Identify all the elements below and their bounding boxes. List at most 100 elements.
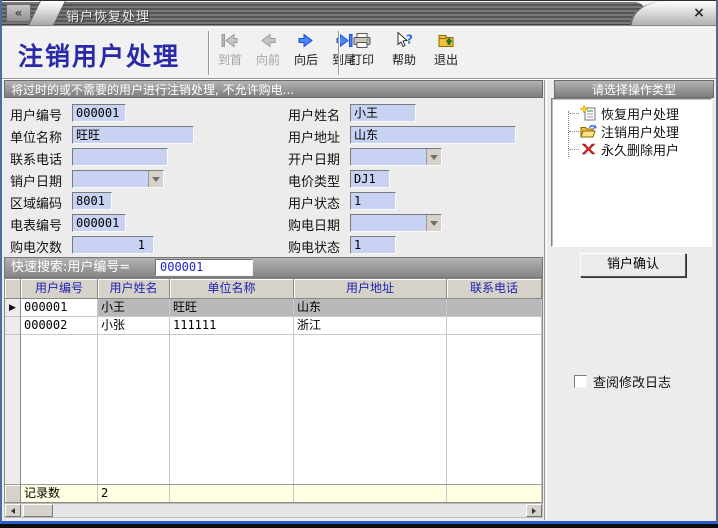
application-window: « 销户恢复处理 × 注销用户处理 到首 向前 向后 [0,0,718,528]
user-status-field[interactable]: 1 [350,192,396,210]
cell-phone[interactable] [447,299,542,317]
toolbar-separator [338,31,340,75]
delete-user-icon [580,141,597,157]
table-header-row: 用户编号 用户姓名 单位名称 用户地址 联系电话 [5,279,542,299]
phone-field[interactable] [72,148,168,166]
help-label: 帮助 [392,51,416,68]
column-header-user-address[interactable]: 用户地址 [294,279,447,299]
go-next-icon [295,31,317,50]
arrow-right-icon [532,508,536,514]
open-date-dropdown-button[interactable] [426,149,441,165]
field-label-purchase-count: 购电次数 [10,237,62,256]
scroll-right-button[interactable] [526,504,542,517]
column-header-phone[interactable]: 联系电话 [447,279,542,299]
cell-user-address[interactable]: 山东 [294,299,447,317]
field-label-user-status: 用户状态 [288,193,340,212]
user-table: 用户编号 用户姓名 单位名称 用户地址 联系电话 ▶ 000001 小王 旺旺 … [4,278,543,503]
purchase-date-field[interactable]: 2013-06-02 [350,214,442,232]
row-selector [5,317,21,335]
close-date-dropdown-button[interactable] [148,171,163,187]
field-label-user-address: 用户地址 [288,127,340,146]
window-title: 销户恢复处理 [66,6,150,25]
go-first-icon [219,31,241,50]
title-bar[interactable]: « 销户恢复处理 × [2,0,716,26]
purchase-count-field[interactable]: 1 [72,236,154,254]
panel-divider [544,80,547,520]
scrollbar-thumb[interactable] [23,504,53,517]
column-header-unit-name[interactable]: 单位名称 [170,279,294,299]
go-next-button[interactable]: 向后 [287,31,325,76]
tree-item-delete-user[interactable]: 永久删除用户 [580,140,679,158]
table-row[interactable]: ▶ 000001 小王 旺旺 山东 [5,299,542,317]
info-bar: 将过时的或不需要的用户进行注销处理, 不允许购电... [4,80,543,98]
help-button[interactable]: ? 帮助 [384,31,424,76]
horizontal-scrollbar[interactable] [4,503,543,518]
table-empty-area [5,335,542,484]
column-header-user-name[interactable]: 用户姓名 [98,279,170,299]
print-label: 打印 [350,51,374,68]
tree-item-label: 永久删除用户 [601,140,679,159]
quick-search-bar: 快速搜索:用户编号= 000001 [4,257,543,278]
cell-user-name[interactable]: 小王 [98,299,170,317]
record-count-value: 2 [98,485,170,502]
view-log-checkbox-row[interactable]: 查阅修改日志 [574,372,671,391]
exit-button[interactable]: 退出 [426,31,466,76]
open-date-field[interactable]: 2013-06-02 [350,148,442,166]
cell-user-address[interactable]: 浙江 [294,317,447,335]
tree-item-label: 恢复用户处理 [601,104,679,123]
user-name-field[interactable]: 小王 [350,104,416,122]
chevron-down-icon [152,177,160,182]
table-footer-row: 记录数 2 [5,484,542,502]
cell-phone[interactable] [447,317,542,335]
purchase-status-field[interactable]: 1 [350,236,396,254]
field-label-user-id: 用户编号 [10,105,62,124]
print-button[interactable]: 打印 [342,31,382,76]
go-previous-label: 向前 [256,51,280,68]
field-label-meter-no: 电表编号 [10,215,62,234]
record-count-label: 记录数 [21,485,98,502]
cell-user-name[interactable]: 小张 [98,317,170,335]
field-label-purchase-status: 购电状态 [288,237,340,256]
go-previous-button[interactable]: 向前 [249,31,287,76]
selector-header-cell [5,279,21,299]
tree-item-deregister-user[interactable]: 注销用户处理 [580,122,679,140]
unit-name-field[interactable]: 旺旺 [72,126,194,144]
exit-label: 退出 [434,51,458,68]
user-address-field[interactable]: 山东 [350,126,516,144]
quick-search-label: 快速搜索:用户编号= [11,260,130,275]
row-selector-marker: ▶ [5,299,21,317]
tree-item-restore-user[interactable]: 恢复用户处理 [580,104,679,122]
area-code-field[interactable]: 8001 [72,192,112,210]
page-title: 注销用户处理 [18,37,180,73]
view-log-checkbox-label: 查阅修改日志 [593,372,671,391]
cell-user-id[interactable]: 000002 [21,317,98,335]
field-label-user-name: 用户姓名 [288,105,340,124]
close-date-field[interactable]: - - [72,170,164,188]
window-inner: « 销户恢复处理 × 注销用户处理 到首 向前 向后 [0,0,718,524]
cell-user-id[interactable]: 000001 [21,299,98,317]
scroll-left-button[interactable] [5,504,21,517]
app-logo-icon: « [6,4,31,22]
table-row[interactable]: 000002 小张 111111 浙江 [5,317,542,335]
close-account-confirm-button[interactable]: 销户确认 [580,253,686,277]
checkbox-icon[interactable] [574,375,587,388]
help-icon: ? [393,31,415,50]
go-first-label: 到首 [218,51,242,68]
user-id-field[interactable]: 000001 [72,104,126,122]
user-detail-form: 用户编号 000001 单位名称 旺旺 联系电话 销户日期 - - 区域编码 8… [4,98,543,257]
exit-icon [435,31,457,50]
purchase-date-dropdown-button[interactable] [426,215,441,231]
go-next-label: 向后 [294,51,318,68]
field-label-unit-name: 单位名称 [10,127,62,146]
meter-no-field[interactable]: 000001 [72,214,126,232]
cell-unit-name[interactable]: 111111 [170,317,294,335]
toolbar: 注销用户处理 到首 向前 向后 到尾 [2,27,716,79]
print-icon [351,31,373,50]
price-type-field[interactable]: DJ1 [350,170,390,188]
quick-search-input[interactable]: 000001 [155,259,253,276]
go-first-button[interactable]: 到首 [211,31,249,76]
close-button[interactable]: × [690,5,708,22]
column-header-user-id[interactable]: 用户编号 [21,279,98,299]
cell-unit-name[interactable]: 旺旺 [170,299,294,317]
field-label-close-date: 销户日期 [10,171,62,190]
